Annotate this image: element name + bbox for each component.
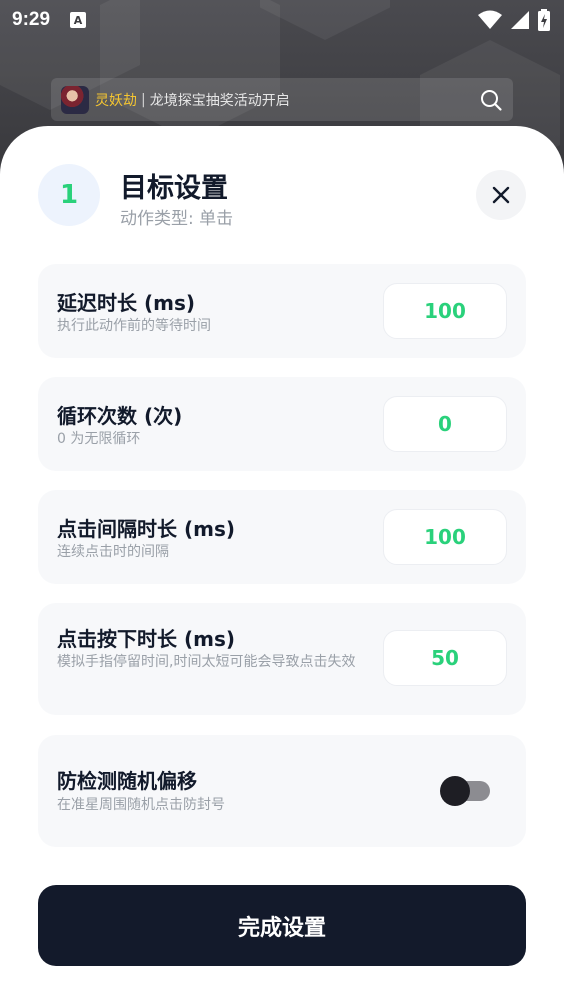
banner-user-name: 灵妖劫 — [95, 92, 137, 109]
setting-description: 连续点击时的间隔 — [57, 544, 169, 560]
setting-label: 防检测随机偏移 — [57, 769, 197, 793]
setting-click-interval: 点击间隔时长 (ms) 连续点击时的间隔 100 — [38, 490, 526, 584]
notification-app-icon: A — [70, 12, 87, 28]
setting-loop-count: 循环次数 (次) 0 为无限循环 0 — [38, 377, 526, 471]
anti-detect-toggle[interactable] — [440, 776, 490, 806]
setting-press-duration: 点击按下时长 (ms) 模拟手指停留时间,时间太短可能会导致点击失效 50 — [38, 603, 526, 715]
setting-label: 延迟时长 (ms) — [57, 291, 195, 315]
status-time: 9:29 — [12, 9, 51, 30]
setting-label: 循环次数 (次) — [57, 404, 183, 428]
setting-description: 0 为无限循环 — [57, 431, 141, 447]
announcement-banner[interactable]: 灵妖劫 | 龙境探宝抽奖活动开启 — [51, 78, 513, 121]
setting-label: 点击按下时长 (ms) — [57, 627, 235, 651]
step-number-badge: 1 — [38, 164, 100, 226]
close-icon — [492, 186, 510, 204]
setting-delay-duration: 延迟时长 (ms) 执行此动作前的等待时间 100 — [38, 264, 526, 358]
delay-duration-input[interactable]: 100 — [383, 283, 507, 339]
banner-message: 龙境探宝抽奖活动开启 — [149, 92, 290, 109]
close-button[interactable] — [476, 170, 526, 220]
press-duration-input[interactable]: 50 — [383, 630, 507, 686]
setting-description: 执行此动作前的等待时间 — [57, 318, 211, 334]
cell-signal-icon — [511, 11, 529, 29]
user-avatar — [61, 85, 89, 114]
sheet-header: 1 目标设置 动作类型: 单击 — [38, 164, 526, 229]
complete-settings-button[interactable]: 完成设置 — [38, 885, 526, 966]
click-interval-input[interactable]: 100 — [383, 509, 507, 565]
toggle-knob — [440, 776, 470, 806]
target-settings-sheet: 1 目标设置 动作类型: 单击 延迟时长 (ms) 执行此动作前的等待时间 10… — [0, 126, 564, 1004]
setting-anti-detect-offset: 防检测随机偏移 在准星周围随机点击防封号 — [38, 735, 526, 847]
battery-charging-icon — [538, 9, 550, 31]
wifi-icon — [478, 10, 502, 29]
action-type-subtitle: 动作类型: 单击 — [120, 209, 234, 229]
status-bar: 9:29 A — [0, 0, 564, 40]
setting-label: 点击间隔时长 (ms) — [57, 517, 235, 541]
sheet-title: 目标设置 — [120, 173, 228, 204]
banner-separator: | — [141, 91, 146, 108]
loop-count-input[interactable]: 0 — [383, 396, 507, 452]
setting-description: 在准星周围随机点击防封号 — [57, 797, 225, 813]
setting-description: 模拟手指停留时间,时间太短可能会导致点击失效 — [57, 654, 356, 670]
search-icon[interactable] — [479, 88, 503, 112]
